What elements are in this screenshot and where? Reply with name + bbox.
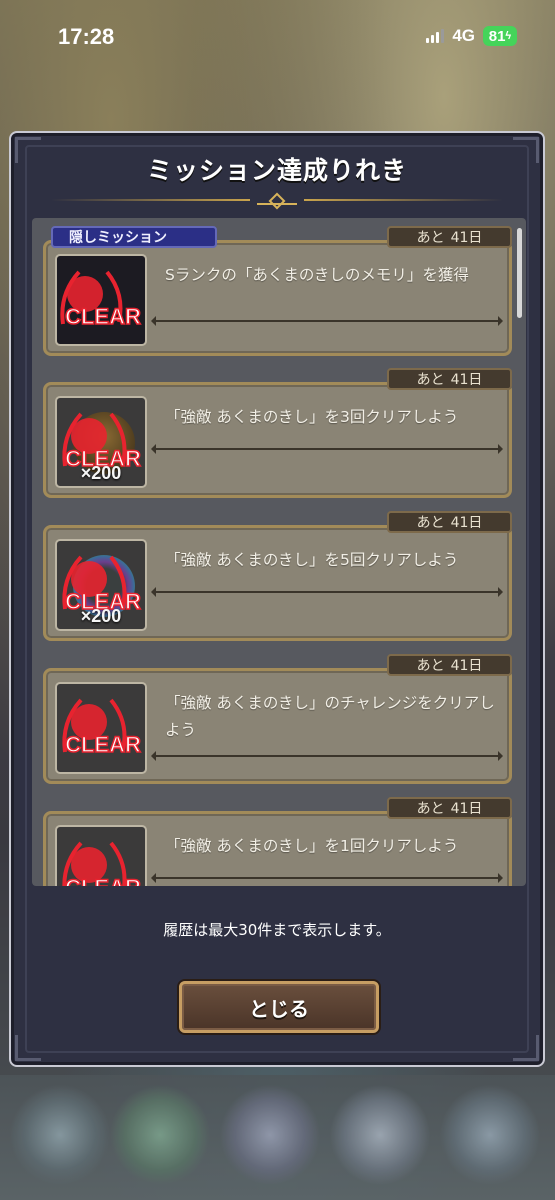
mission-description: 「強敵 あくまのきし」のチャレンジをクリアしよう xyxy=(165,694,495,739)
status-bar: 17:28 4G 81 ϟ xyxy=(0,0,555,80)
status-time: 17:28 xyxy=(58,24,115,49)
svg-text:CLEAR: CLEAR xyxy=(65,732,141,757)
list-item[interactable]: あと 41日 CLEAR 「強敵 あくまのきし」のチャレンジをクリアしよう xyxy=(43,654,512,784)
dialog-title: ミッション達成りれき xyxy=(146,156,407,185)
battery-icon: 81 ϟ xyxy=(483,26,517,46)
remaining-time-badge: あと 41日 xyxy=(387,226,512,248)
reward-quantity: ×200 xyxy=(80,606,122,626)
signal-icon xyxy=(426,29,445,43)
hidden-mission-tag: 隠しミッション xyxy=(51,226,217,248)
status-indicators: 4G 81 ϟ xyxy=(426,26,517,46)
progress-bar xyxy=(151,316,503,326)
close-button[interactable]: とじる xyxy=(179,981,379,1033)
svg-text:CLEAR: CLEAR xyxy=(65,875,141,886)
history-limit-note: 履歴は最大30件まで表示します。 xyxy=(163,921,391,939)
reward-icon: CLEAR xyxy=(55,254,147,346)
mission-description: 「強敵 あくまのきし」を3回クリアしよう xyxy=(165,408,459,426)
remaining-time-badge: あと 41日 xyxy=(387,368,512,390)
battery-level: 81 xyxy=(488,27,506,45)
reward-icon: CLEAR xyxy=(55,825,147,886)
mission-history-dialog: ミッション達成りれき 隠しミッション あと 41日 CLEAR Sランクの「あくま… xyxy=(9,131,545,1067)
title-divider xyxy=(51,195,503,205)
svg-text:CLEAR: CLEAR xyxy=(65,304,141,329)
progress-bar xyxy=(151,444,503,454)
bottom-menu-background xyxy=(0,1075,555,1200)
reward-icon: CLEAR ×200 xyxy=(55,396,147,488)
progress-bar xyxy=(151,751,503,761)
progress-bar xyxy=(151,587,503,597)
frame-corner-ornament xyxy=(513,1035,539,1061)
mission-description: Sランクの「あくまのきしのメモリ」を獲得 xyxy=(165,266,469,284)
clear-stamp-icon: CLEAR xyxy=(60,270,142,330)
reward-icon: CLEAR ×200 xyxy=(55,539,147,631)
mission-description: 「強敵 あくまのきし」を1回クリアしよう xyxy=(165,837,459,855)
reward-icon: CLEAR xyxy=(55,682,147,774)
charging-icon: ϟ xyxy=(505,30,512,42)
list-item[interactable]: あと 41日 CLEAR 「強敵 あくまのきし」を1回クリアしよう xyxy=(43,797,512,886)
scrollbar[interactable] xyxy=(517,228,522,318)
divider-ornament-icon xyxy=(257,195,297,205)
clear-stamp-icon: CLEAR xyxy=(62,698,142,758)
mission-description: 「強敵 あくまのきし」を5回クリアしよう xyxy=(165,551,459,569)
progress-bar xyxy=(151,873,503,883)
frame-corner-ornament xyxy=(15,1035,41,1061)
remaining-time-badge: あと 41日 xyxy=(387,654,512,676)
reward-quantity: ×200 xyxy=(80,463,122,483)
list-item[interactable]: 隠しミッション あと 41日 CLEAR Sランクの「あくまのきしのメモリ」を獲得 xyxy=(43,226,512,356)
remaining-time-badge: あと 41日 xyxy=(387,511,512,533)
clear-stamp-icon: CLEAR xyxy=(62,841,142,886)
mission-list[interactable]: 隠しミッション あと 41日 CLEAR Sランクの「あくまのきしのメモリ」を獲得… xyxy=(32,218,526,886)
list-item[interactable]: あと 41日 CLEAR ×200 「強敵 あくまのきし」を3回クリアしよう xyxy=(43,368,512,498)
list-item[interactable]: あと 41日 CLEAR ×200 「強敵 あくまのきし」を5回クリアしよう xyxy=(43,511,512,641)
network-type: 4G xyxy=(452,26,475,45)
remaining-time-badge: あと 41日 xyxy=(387,797,512,819)
